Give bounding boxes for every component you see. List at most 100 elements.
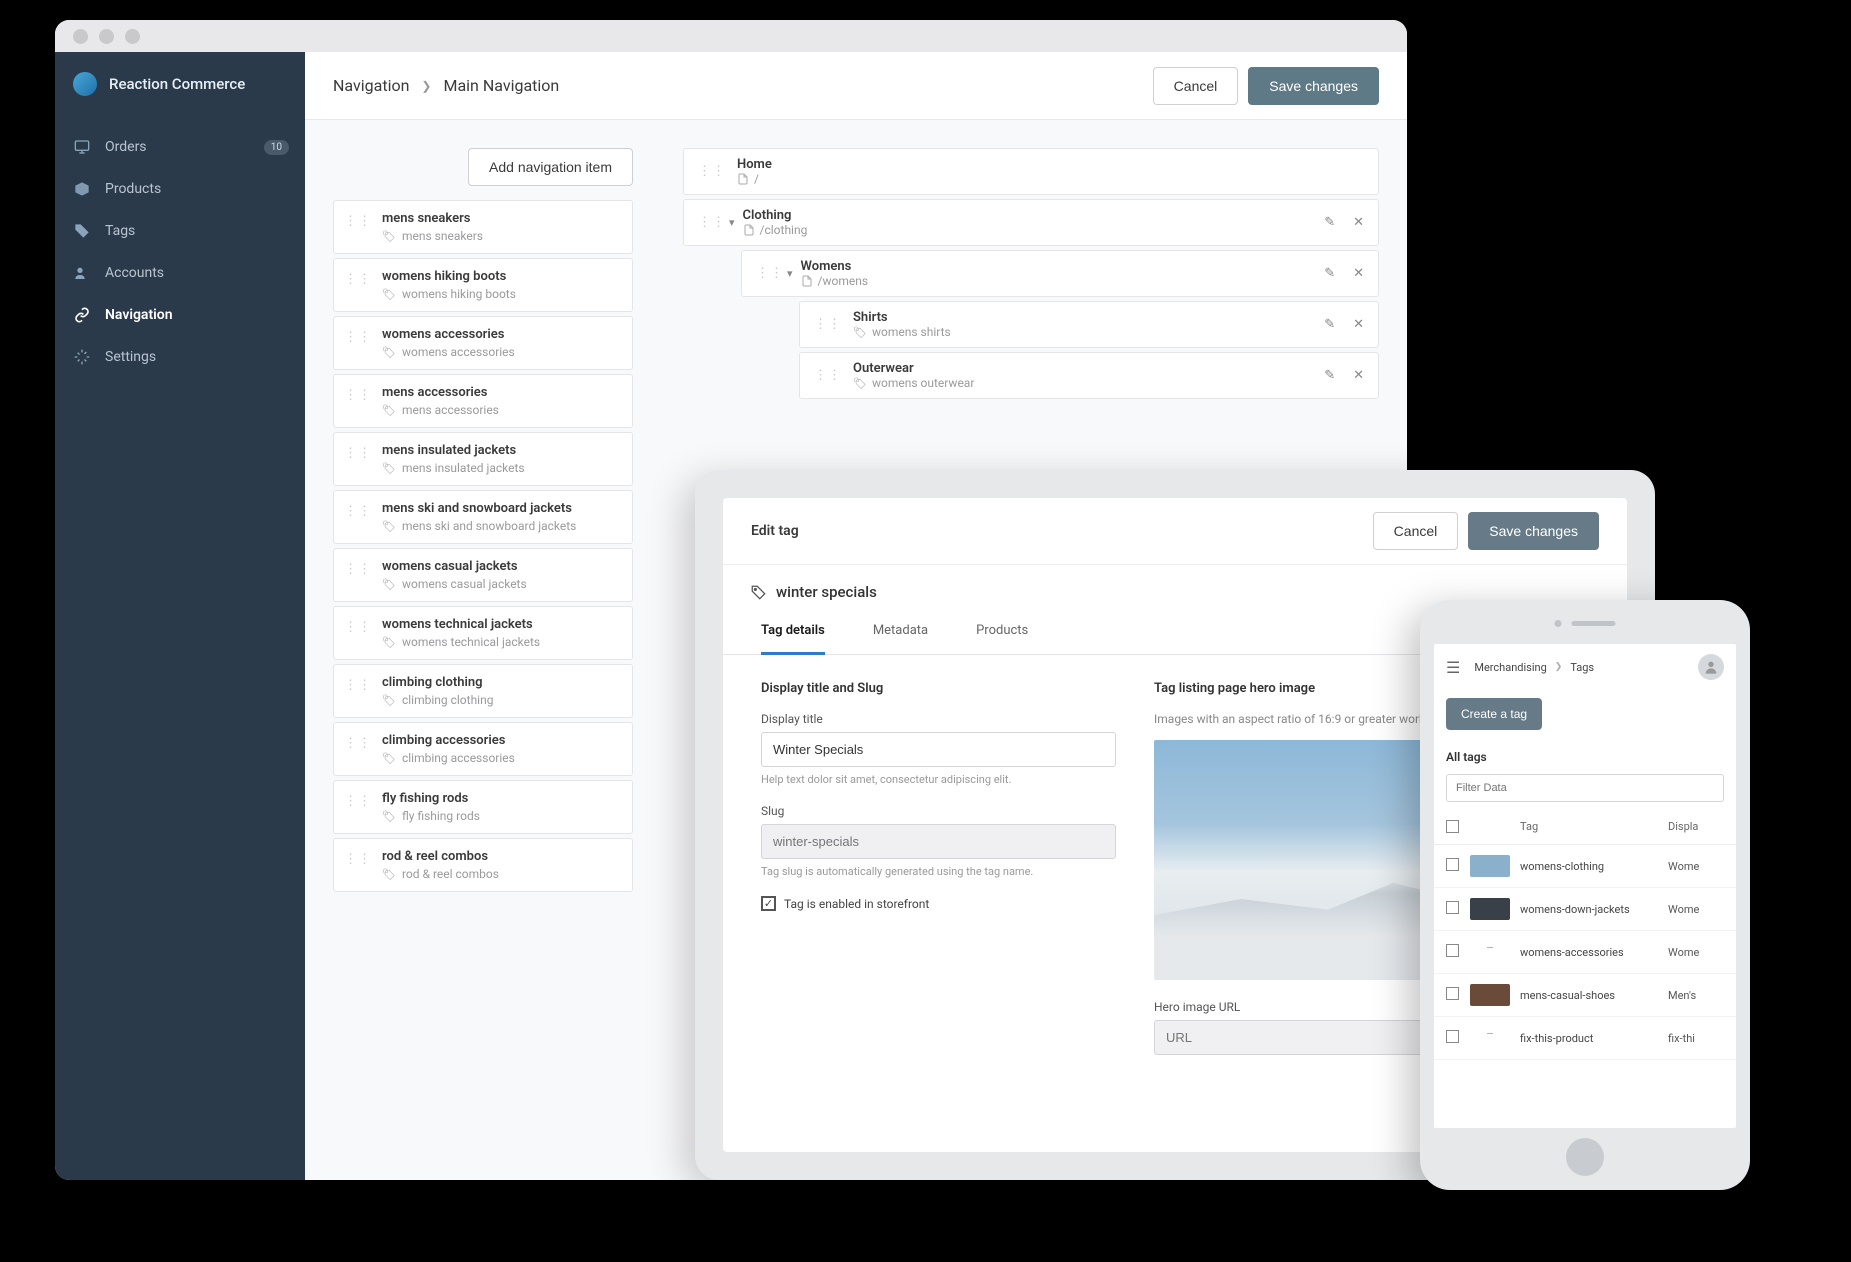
drag-handle-icon[interactable]: ⋮⋮ [344,501,372,518]
tab-products[interactable]: Products [976,623,1028,654]
drag-handle-icon[interactable]: ⋮⋮ [344,443,372,460]
nav-item[interactable]: ⋮⋮ mens sneakers 🏷mens sneakers [333,200,633,254]
nav-item-sub: 🏷mens insulated jackets [382,461,620,475]
tag-name-cell: womens-down-jackets [1520,903,1668,916]
tree-row[interactable]: ⋮⋮▾ Clothing /clothing ✎✕ [683,199,1379,246]
sidebar-item-orders[interactable]: Orders 10 [55,126,305,168]
table-row[interactable]: womens-down-jackets Wome [1434,888,1736,931]
nav-item[interactable]: ⋮⋮ climbing accessories 🏷climbing access… [333,722,633,776]
drag-handle-icon[interactable]: ⋮⋮ [344,269,372,286]
close-icon[interactable]: ✕ [1353,368,1364,383]
nav-item[interactable]: ⋮⋮ mens accessories 🏷mens accessories [333,374,633,428]
chevron-down-icon[interactable]: ▾ [787,267,793,280]
nav-item[interactable]: ⋮⋮ mens insulated jackets 🏷mens insulate… [333,432,633,486]
drag-handle-icon[interactable]: ⋮⋮ [698,165,726,178]
row-checkbox[interactable] [1446,1030,1459,1043]
create-tag-button[interactable]: Create a tag [1446,698,1542,730]
enabled-checkbox[interactable]: ✓ [761,896,776,911]
row-checkbox[interactable] [1446,987,1459,1000]
filter-input[interactable] [1446,774,1724,802]
sidebar-item-navigation[interactable]: Navigation [55,294,305,336]
table-row[interactable]: – fix-this-product fix-thi [1434,1017,1736,1060]
window-maximize-dot[interactable] [125,29,140,44]
col-tag: Tag [1520,820,1668,836]
edit-icon[interactable]: ✎ [1324,317,1335,332]
nav-item[interactable]: ⋮⋮ womens hiking boots 🏷womens hiking bo… [333,258,633,312]
edit-icon[interactable]: ✎ [1324,266,1335,281]
gear-icon [73,348,91,366]
drag-handle-icon[interactable]: ⋮⋮ [344,849,372,866]
tag-icon: 🏷 [382,346,396,359]
display-title-input[interactable] [761,732,1116,767]
window-close-dot[interactable] [73,29,88,44]
tree-item-sub: 🏷 womens shirts [853,325,1324,339]
drag-handle-icon[interactable]: ⋮⋮ [344,211,372,228]
tree-row[interactable]: ⋮⋮ Outerwear 🏷 womens outerwear ✎✕ [799,352,1379,399]
drag-handle-icon[interactable]: ⋮⋮ [814,369,842,382]
nav-item[interactable]: ⋮⋮ climbing clothing 🏷climbing clothing [333,664,633,718]
drag-handle-icon[interactable]: ⋮⋮ [756,267,784,280]
tag-icon: 🏷 [382,752,396,765]
nav-item[interactable]: ⋮⋮ womens technical jackets 🏷womens tech… [333,606,633,660]
drag-handle-icon[interactable]: ⋮⋮ [344,791,372,808]
table-row[interactable]: womens-clothing Wome [1434,845,1736,888]
nav-item-title: mens insulated jackets [382,443,620,458]
drag-handle-icon[interactable]: ⋮⋮ [344,675,372,692]
table-row[interactable]: – womens-accessories Wome [1434,931,1736,974]
drag-handle-icon[interactable]: ⋮⋮ [344,733,372,750]
drag-handle-icon[interactable]: ⋮⋮ [344,559,372,576]
nav-item-sub: 🏷womens accessories [382,345,620,359]
tree-row[interactable]: ⋮⋮▾ Womens /womens ✎✕ [741,250,1379,297]
edit-icon[interactable]: ✎ [1324,368,1335,383]
save-button[interactable]: Save changes [1248,67,1379,105]
edit-save-button[interactable]: Save changes [1468,512,1599,550]
close-icon[interactable]: ✕ [1353,317,1364,332]
phone-bc-root[interactable]: Merchandising [1474,661,1546,674]
sidebar-item-products[interactable]: Products [55,168,305,210]
tab-tag-details[interactable]: Tag details [761,623,825,655]
drag-handle-icon[interactable]: ⋮⋮ [698,216,726,229]
nav-item[interactable]: ⋮⋮ womens casual jackets 🏷womens casual … [333,548,633,602]
tree-row[interactable]: ⋮⋮ Shirts 🏷 womens shirts ✎✕ [799,301,1379,348]
slug-input[interactable] [761,824,1116,859]
edit-cancel-button[interactable]: Cancel [1373,512,1459,550]
menu-icon[interactable]: ☰ [1446,658,1460,677]
edit-icon[interactable]: ✎ [1324,215,1335,230]
breadcrumb-root[interactable]: Navigation [333,76,409,95]
edit-tag-topbar: Edit tag Cancel Save changes [723,498,1627,565]
chevron-down-icon[interactable]: ▾ [729,216,735,229]
phone-device: ☰ Merchandising ❯ Tags Create a tag All … [1420,600,1750,1190]
phone-breadcrumb: ☰ Merchandising ❯ Tags [1446,658,1594,677]
tab-metadata[interactable]: Metadata [873,623,928,654]
thumbnail-empty: – [1470,1027,1510,1049]
window-minimize-dot[interactable] [99,29,114,44]
nav-item[interactable]: ⋮⋮ rod & reel combos 🏷rod & reel combos [333,838,633,892]
avatar-icon[interactable] [1698,654,1724,680]
drag-handle-icon[interactable]: ⋮⋮ [814,318,842,331]
tree-row[interactable]: ⋮⋮ Home / [683,148,1379,195]
add-navigation-item-button[interactable]: Add navigation item [468,148,633,186]
nav-item[interactable]: ⋮⋮ womens accessories 🏷womens accessorie… [333,316,633,370]
row-checkbox[interactable] [1446,901,1459,914]
cancel-button[interactable]: Cancel [1153,67,1239,105]
select-all-checkbox[interactable] [1446,820,1459,833]
table-row[interactable]: mens-casual-shoes Men's [1434,974,1736,1017]
row-checkbox[interactable] [1446,944,1459,957]
drag-handle-icon[interactable]: ⋮⋮ [344,385,372,402]
nav-item-title: womens technical jackets [382,617,620,632]
tag-name-cell: fix-this-product [1520,1032,1668,1045]
close-icon[interactable]: ✕ [1353,266,1364,281]
drag-handle-icon[interactable]: ⋮⋮ [344,327,372,344]
close-icon[interactable]: ✕ [1353,215,1364,230]
sidebar-item-tags[interactable]: Tags [55,210,305,252]
nav-item[interactable]: ⋮⋮ mens ski and snowboard jackets 🏷mens … [333,490,633,544]
thumbnail [1470,984,1510,1006]
nav-item-title: fly fishing rods [382,791,620,806]
nav-item[interactable]: ⋮⋮ fly fishing rods 🏷fly fishing rods [333,780,633,834]
sidebar-item-accounts[interactable]: Accounts [55,252,305,294]
drag-handle-icon[interactable]: ⋮⋮ [344,617,372,634]
sidebar-item-settings[interactable]: Settings [55,336,305,378]
phone-home-button[interactable] [1566,1138,1604,1176]
row-checkbox[interactable] [1446,858,1459,871]
tree-item-sub: 🏷 womens outerwear [853,376,1324,390]
